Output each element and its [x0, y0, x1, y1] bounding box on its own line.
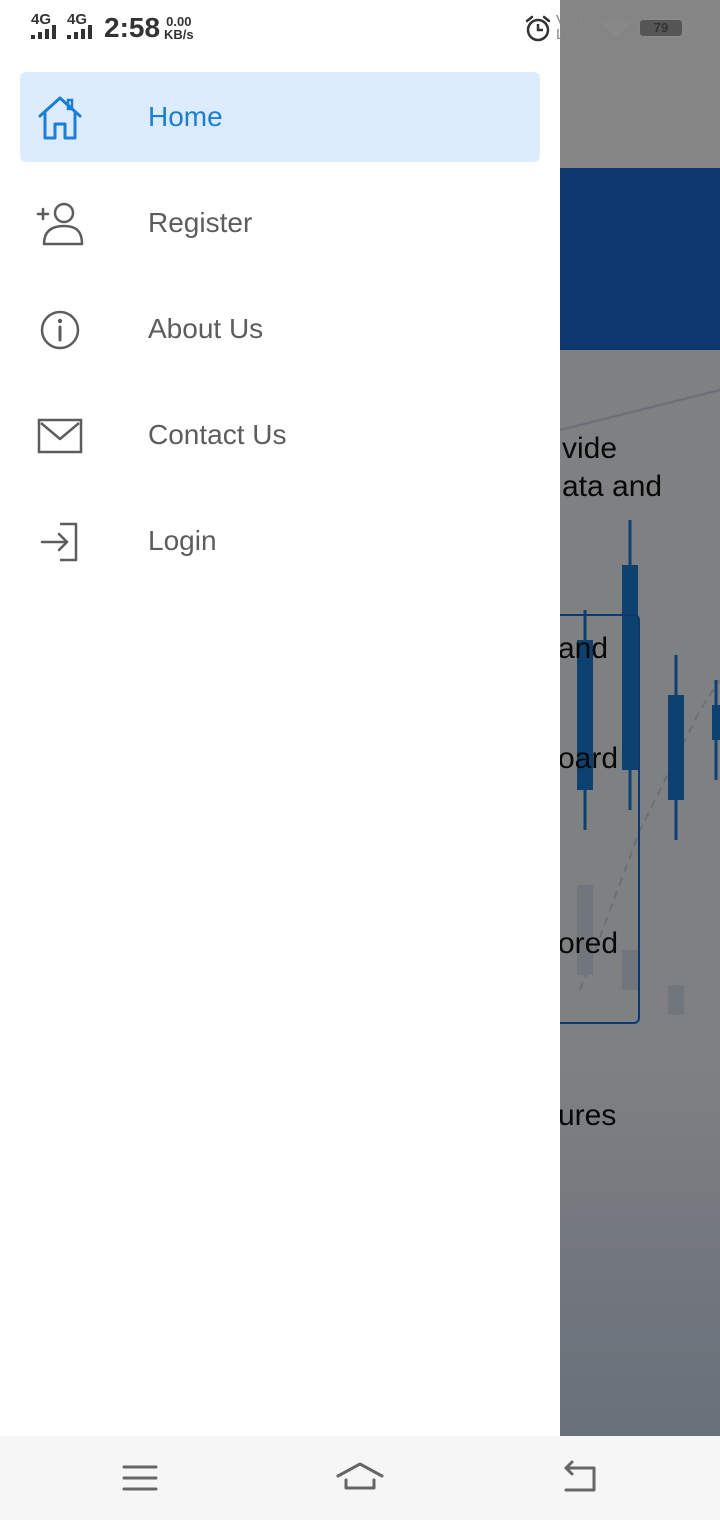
drawer-item-label: Home [148, 101, 223, 132]
home-icon[interactable] [336, 1454, 384, 1502]
alarm-icon [525, 15, 551, 42]
clock: 2:58 [104, 12, 161, 43]
drawer-item-label: Register [148, 207, 253, 238]
drawer-item-about[interactable]: About Us [20, 284, 540, 374]
drawer-item-register[interactable]: Register [20, 178, 540, 268]
add-user-icon [36, 202, 84, 246]
home-icon [38, 96, 82, 140]
wifi-icon [603, 18, 629, 38]
mail-icon [37, 418, 83, 454]
login-icon [40, 522, 78, 562]
lte-indicator: LTE2 [556, 26, 591, 43]
drawer-item-label: Login [148, 525, 217, 556]
drawer-item-login[interactable]: Login [20, 496, 540, 586]
status-bar: 4G 4G 2:58 0.00 KB/s Vo)) 1 LTE2 79 [0, 0, 720, 56]
network-speed-unit: KB/s [164, 27, 194, 42]
back-icon[interactable] [556, 1454, 604, 1502]
network-speed: 0.00 KB/s [164, 15, 194, 41]
battery-level: 79 [653, 20, 669, 35]
navigation-drawer: Home Register About Us Contact Us Login [0, 0, 560, 1436]
drawer-item-label: About Us [148, 313, 264, 344]
system-navigation-bar [0, 1436, 720, 1520]
drawer-item-home[interactable]: Home [20, 72, 540, 162]
drawer-item-contact[interactable]: Contact Us [20, 390, 540, 480]
battery-icon: 79 [638, 18, 688, 38]
drawer-item-label: Contact Us [148, 419, 287, 450]
menu-icon[interactable] [116, 1454, 164, 1502]
info-icon [40, 310, 80, 350]
